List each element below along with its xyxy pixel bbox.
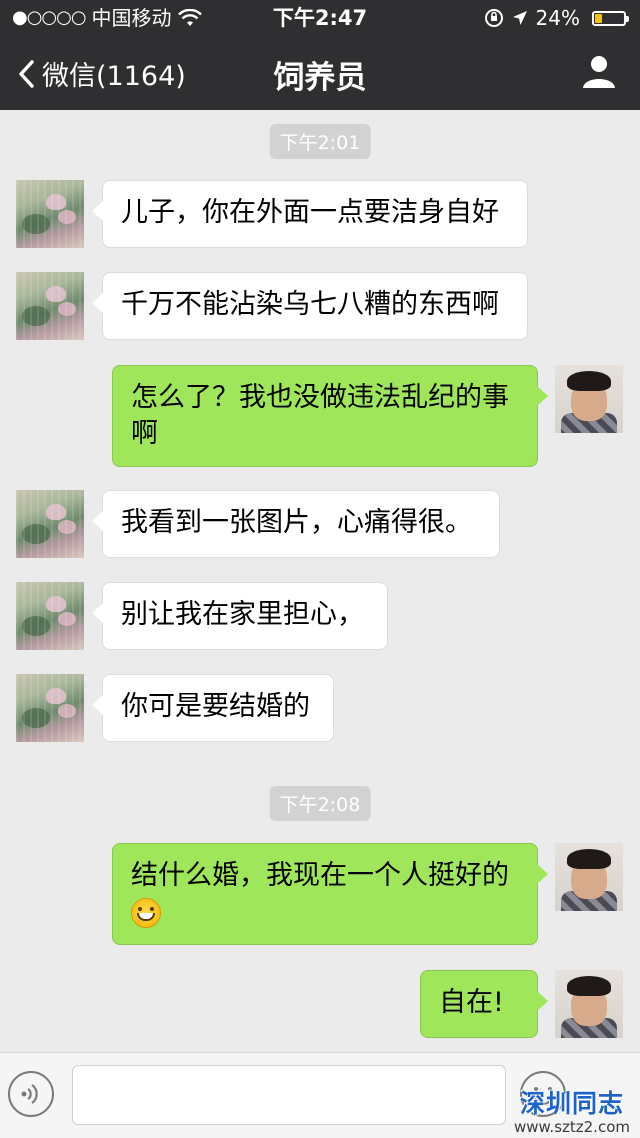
timestamp: 下午2:08: [269, 786, 371, 821]
message-text: 结什么婚，我现在一个人挺好的: [131, 860, 509, 891]
outgoing-message[interactable]: 怎么了？我也没做违法乱纪的事啊: [112, 365, 548, 467]
message-text: 你可是要结婚的: [121, 691, 310, 722]
watermark: 深圳同志 www.sztz2.com: [514, 1084, 630, 1136]
grin-emoji-icon: [131, 897, 161, 928]
incoming-message[interactable]: 我看到一张图片，心痛得很。: [92, 490, 500, 558]
message-text: 儿子，你在外面一点要洁身自好: [121, 197, 499, 228]
battery-icon: [592, 10, 629, 26]
voice-icon: [21, 1084, 38, 1104]
message-text: 别让我在家里担心，: [121, 599, 364, 630]
contact-avatar[interactable]: [16, 180, 84, 248]
message-text: 自在!: [439, 987, 504, 1018]
message-input[interactable]: [72, 1065, 506, 1125]
voice-button[interactable]: [8, 1071, 54, 1117]
incoming-message[interactable]: 儿子，你在外面一点要洁身自好: [92, 180, 528, 248]
watermark-title: 深圳同志: [519, 1089, 624, 1118]
battery-level: [595, 13, 602, 23]
chat-title: 饲养员: [273, 60, 367, 96]
incoming-message[interactable]: 别让我在家里担心，: [92, 582, 388, 650]
contact-avatar[interactable]: [16, 272, 84, 340]
outgoing-message[interactable]: 结什么婚，我现在一个人挺好的: [112, 843, 548, 945]
chat-screen: ●○○○○ 中国移动 下午2:47 24% 微信(1164) 饲养员 下午2:0…: [0, 0, 640, 1138]
message-text: 怎么了？我也没做违法乱纪的事啊: [131, 382, 509, 449]
my-avatar[interactable]: [555, 365, 623, 433]
contact-avatar[interactable]: [16, 490, 84, 558]
my-avatar[interactable]: [555, 843, 623, 911]
incoming-message[interactable]: 你可是要结婚的: [92, 674, 334, 742]
status-right: 24%: [484, 0, 629, 36]
message-text: 我看到一张图片，心痛得很。: [121, 507, 472, 538]
location-icon: [512, 11, 527, 25]
watermark-url: www.sztz2.com: [514, 1118, 630, 1136]
outgoing-message[interactable]: 自在!: [420, 970, 548, 1038]
timestamp: 下午2:01: [269, 124, 371, 159]
contact-avatar[interactable]: [16, 582, 84, 650]
my-avatar[interactable]: [555, 970, 623, 1038]
message-text: 千万不能沾染乌七八糟的东西啊: [121, 289, 499, 320]
battery-percent: 24%: [535, 6, 580, 30]
top-bar: ●○○○○ 中国移动 下午2:47 24% 微信(1164) 饲养员: [0, 0, 640, 110]
status-bar: ●○○○○ 中国移动 下午2:47 24%: [0, 0, 640, 36]
contact-avatar[interactable]: [16, 674, 84, 742]
message-list[interactable]: 下午2:01 儿子，你在外面一点要洁身自好 千万不能沾染乌七八糟的东西啊 怎么了…: [0, 110, 640, 1052]
rotation-lock-icon: [484, 9, 503, 27]
person-icon[interactable]: [580, 52, 618, 90]
incoming-message[interactable]: 千万不能沾染乌七八糟的东西啊: [92, 272, 528, 340]
nav-bar: 微信(1164) 饲养员: [0, 36, 640, 110]
